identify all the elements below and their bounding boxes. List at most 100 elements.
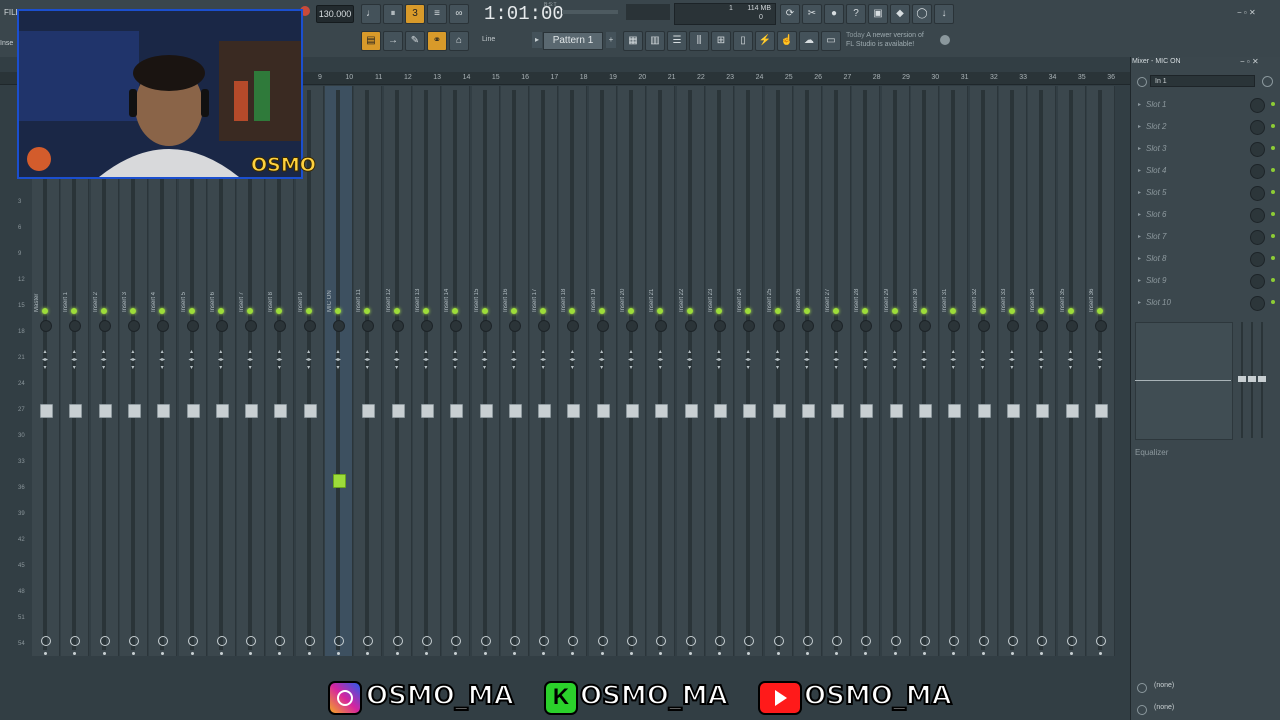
snap-selector[interactable]: Line xyxy=(482,32,524,48)
route-dot[interactable] xyxy=(923,652,926,655)
slot-enable-led[interactable] xyxy=(1271,300,1275,304)
strip-name[interactable]: Insert 12 xyxy=(386,272,408,312)
browser-icon[interactable]: ⊞ xyxy=(711,31,731,51)
record-arm-icon[interactable] xyxy=(802,636,813,646)
stereo-separation-icon[interactable]: ▴ ◂▸ ▾ xyxy=(597,348,607,372)
slot-enable-led[interactable] xyxy=(1271,256,1275,260)
effect-slot[interactable]: ▸ Slot 1 xyxy=(1134,94,1278,116)
slot-expand-icon[interactable]: ▸ xyxy=(1138,233,1141,240)
volume-fader[interactable] xyxy=(391,404,405,418)
stereo-separation-icon[interactable]: ▴ ◂▸ ▾ xyxy=(69,348,79,372)
stereo-separation-icon[interactable]: ▴ ◂▸ ▾ xyxy=(655,348,665,372)
strip-enable-led[interactable] xyxy=(715,308,722,314)
slot-expand-icon[interactable]: ▸ xyxy=(1138,145,1141,152)
strip-enable-led[interactable] xyxy=(305,308,312,314)
mixer-strip[interactable]: Insert 31 ▴ ◂▸ ▾ xyxy=(940,86,969,656)
route-dot[interactable] xyxy=(864,652,868,655)
stereo-separation-icon[interactable]: ▴ ◂▸ ▾ xyxy=(919,348,929,372)
news-icon[interactable] xyxy=(940,35,950,45)
pan-knob[interactable] xyxy=(303,320,316,332)
volume-fader[interactable] xyxy=(186,404,200,418)
news-panel[interactable]: Today A newer version of FL Studio is av… xyxy=(846,31,924,49)
effect-slot[interactable]: ▸ Slot 8 xyxy=(1134,248,1278,270)
mixer-strip[interactable]: Insert 27 ▴ ◂▸ ▾ xyxy=(823,86,852,656)
volume-fader[interactable] xyxy=(215,404,229,418)
plugin-icon[interactable]: ◆ xyxy=(890,4,910,24)
mic-icon[interactable]: ● xyxy=(824,4,844,24)
stamp-icon[interactable]: ⌂ xyxy=(449,31,469,51)
record-arm-icon[interactable] xyxy=(451,636,462,646)
countdown-icon[interactable]: 3 xyxy=(405,4,425,24)
slot-mix-knob[interactable] xyxy=(1250,208,1265,223)
record-arm-icon[interactable] xyxy=(304,636,315,646)
route-dot[interactable] xyxy=(659,652,663,655)
pan-knob[interactable] xyxy=(1065,320,1078,332)
slot-expand-icon[interactable]: ▸ xyxy=(1138,211,1141,218)
pan-knob[interactable] xyxy=(1006,320,1019,332)
mixer-strip[interactable]: Insert 17 ▴ ◂▸ ▾ xyxy=(530,86,559,656)
strip-name[interactable]: Insert 11 xyxy=(356,272,378,312)
pattern-selector[interactable]: Pattern 1 xyxy=(543,32,603,50)
slot-mix-knob[interactable] xyxy=(1250,142,1265,157)
strip-name[interactable]: Insert 23 xyxy=(708,272,730,312)
strip-enable-led[interactable] xyxy=(803,308,810,314)
route-dot[interactable] xyxy=(366,652,370,655)
store-icon[interactable]: ▭ xyxy=(821,31,841,51)
pan-knob[interactable] xyxy=(479,320,492,332)
route-dot[interactable] xyxy=(600,652,604,655)
cut-icon[interactable]: ✂ xyxy=(802,4,822,24)
pan-knob[interactable] xyxy=(977,320,990,332)
stereo-separation-icon[interactable]: ▴ ◂▸ ▾ xyxy=(392,348,402,372)
slot-mix-knob[interactable] xyxy=(1250,296,1265,311)
arrow-icon[interactable]: → xyxy=(383,31,403,51)
strip-enable-led[interactable] xyxy=(891,308,898,314)
stereo-separation-icon[interactable]: ▴ ◂▸ ▾ xyxy=(978,348,988,372)
strip-enable-led[interactable] xyxy=(950,308,957,314)
stereo-separation-icon[interactable]: ▴ ◂▸ ▾ xyxy=(216,348,226,372)
effect-slot[interactable]: ▸ Slot 9 xyxy=(1134,270,1278,292)
strip-enable-led[interactable] xyxy=(452,308,459,314)
volume-fader[interactable] xyxy=(479,404,493,418)
strip-enable-led[interactable] xyxy=(598,308,605,314)
record-arm-icon[interactable] xyxy=(949,636,960,646)
slot-enable-led[interactable] xyxy=(1271,168,1275,172)
stereo-separation-icon[interactable]: ▴ ◂▸ ▾ xyxy=(362,348,372,372)
strip-name[interactable]: MIC ON xyxy=(327,272,349,312)
record-arm-icon[interactable] xyxy=(480,636,491,646)
link-icon[interactable]: ⚭ xyxy=(427,31,447,51)
record-arm-icon[interactable] xyxy=(773,636,784,646)
pan-knob[interactable] xyxy=(127,320,140,332)
route-dot[interactable] xyxy=(73,652,77,655)
cloud-icon[interactable]: ☁ xyxy=(799,31,819,51)
route-dot[interactable] xyxy=(571,652,575,655)
record-arm-icon[interactable] xyxy=(714,636,725,646)
strip-name[interactable]: Insert 15 xyxy=(474,272,496,312)
pan-knob[interactable] xyxy=(40,320,52,332)
strip-enable-led[interactable] xyxy=(833,308,840,314)
strip-enable-led[interactable] xyxy=(1067,308,1074,314)
stereo-separation-icon[interactable]: ▴ ◂▸ ▾ xyxy=(99,348,109,372)
route-dot[interactable] xyxy=(717,652,721,655)
volume-fader[interactable] xyxy=(919,404,932,418)
mixer-strip[interactable]: Insert 26 ▴ ◂▸ ▾ xyxy=(793,86,822,656)
record-arm-icon[interactable] xyxy=(41,636,51,646)
mixer-strip[interactable]: Insert 29 ▴ ◂▸ ▾ xyxy=(881,86,910,656)
strip-name[interactable]: Insert 26 xyxy=(796,272,818,312)
pan-knob[interactable] xyxy=(948,320,961,332)
slot-enable-led[interactable] xyxy=(1271,102,1275,106)
mixer-strip[interactable]: Insert 34 ▴ ◂▸ ▾ xyxy=(1028,86,1057,656)
eq-faders[interactable] xyxy=(1238,322,1268,438)
volume-fader[interactable] xyxy=(420,404,434,418)
route-dot[interactable] xyxy=(454,652,458,655)
strip-enable-led[interactable] xyxy=(393,308,400,314)
record-arm-icon[interactable] xyxy=(1007,636,1018,646)
pan-knob[interactable] xyxy=(1036,320,1049,332)
pan-knob[interactable] xyxy=(743,320,756,332)
mixer-strip[interactable]: Insert 19 ▴ ◂▸ ▾ xyxy=(588,86,617,656)
mixer-strip[interactable]: Insert 32 ▴ ◂▸ ▾ xyxy=(969,86,998,656)
volume-fader[interactable] xyxy=(333,474,346,488)
strip-name[interactable]: Insert 20 xyxy=(620,272,642,312)
strip-name[interactable]: Insert 22 xyxy=(679,272,701,312)
stereo-separation-icon[interactable]: ▴ ◂▸ ▾ xyxy=(538,348,548,372)
volume-fader[interactable] xyxy=(772,404,786,418)
